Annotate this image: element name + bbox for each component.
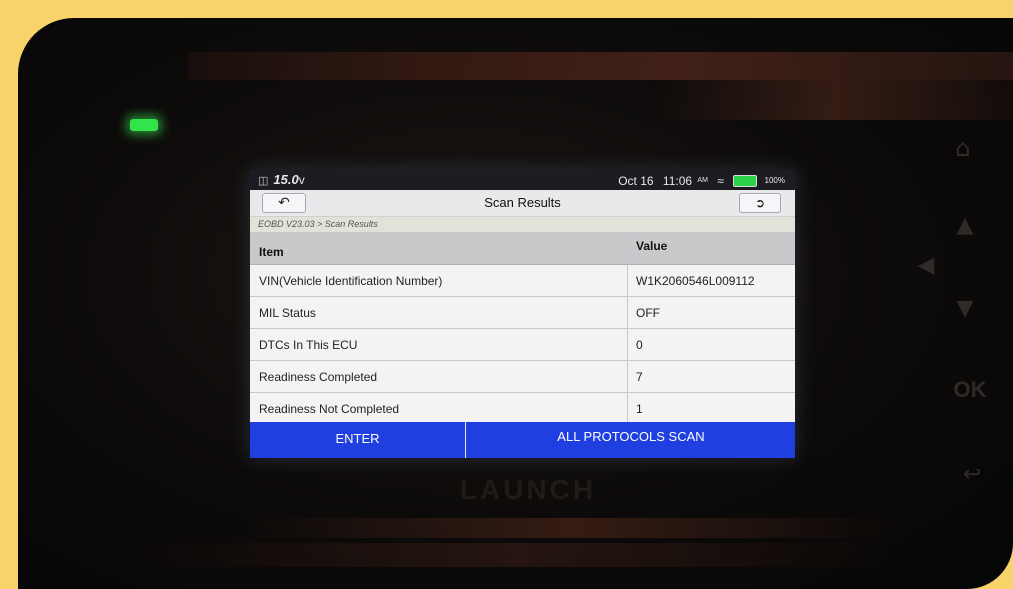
scan-results-table: Item Value VIN(Vehicle Identification Nu… (250, 232, 795, 425)
back-button[interactable]: ↩ (954, 460, 990, 490)
table-row[interactable]: Readiness Not Completed 1 (250, 393, 795, 425)
wifi-icon: ≈ (717, 173, 724, 188)
arrow-down-icon: ▼ (956, 296, 974, 321)
car-battery-icon: ◫ (258, 175, 269, 187)
voltage-value: 15.0 (273, 172, 299, 187)
table-row[interactable]: MIL Status OFF (250, 297, 795, 329)
status-bar: ◫ 15.0v Oct 16 11:06 AM ≈ 100% (250, 170, 795, 190)
page-title: Scan Results (484, 195, 561, 210)
arrow-left-icon: ◀ (917, 253, 935, 278)
voltage-unit: v (298, 173, 305, 187)
exit-button[interactable]: ➲ (739, 193, 781, 213)
photo-frame: LAUNCH ⌂ ▲ ◀ ▼ OK ↩ ◫ 15.0v Oct 16 11:06 (0, 0, 1013, 589)
all-protocols-scan-button[interactable]: ALL PROTOCOLS SCAN (467, 422, 795, 458)
status-date: Oct 16 (618, 173, 654, 188)
row-item: MIL Status (250, 297, 628, 328)
row-item: Readiness Completed (250, 361, 628, 392)
status-ampm: AM (697, 176, 708, 184)
power-led (130, 119, 158, 131)
home-button[interactable]: ⌂ (938, 128, 988, 168)
status-right: Oct 16 11:06 AM ≈ 100% (618, 172, 785, 188)
row-item: Readiness Not Completed (250, 393, 628, 424)
table-header: Item Value (250, 232, 795, 265)
row-value: 1 (636, 401, 643, 416)
column-header-value: Value (636, 239, 668, 253)
column-header-item: Item (250, 232, 628, 264)
arrow-up-icon: ▲ (956, 213, 974, 238)
brand-logo: LAUNCH (459, 474, 597, 505)
row-value: 0 (636, 337, 643, 352)
status-time: 11:06 (662, 173, 693, 188)
battery-icon (733, 174, 758, 187)
table-row[interactable]: VIN(Vehicle Identification Number) W1K20… (250, 265, 795, 297)
back-arrow-icon: ↶ (278, 195, 290, 211)
title-bar: ↶ Scan Results ➲ (250, 190, 795, 217)
device-bottom-edge (248, 518, 898, 538)
enter-button[interactable]: ENTER (250, 422, 466, 458)
row-item: DTCs In This ECU (250, 329, 628, 360)
device-top-edge-reflection (658, 80, 1013, 120)
up-button[interactable]: ▲ (948, 211, 982, 241)
breadcrumb: EOBD V23.03 > Scan Results (250, 217, 795, 232)
device-screen: ◫ 15.0v Oct 16 11:06 AM ≈ 100% ↶ Scan Res… (250, 170, 795, 458)
table-row[interactable]: Readiness Completed 7 (250, 361, 795, 393)
left-button[interactable]: ◀ (911, 251, 941, 281)
row-item: VIN(Vehicle Identification Number) (250, 265, 628, 296)
down-button[interactable]: ▼ (948, 294, 982, 324)
bottom-action-bar: ENTER ALL PROTOCOLS SCAN (250, 422, 795, 458)
table-row[interactable]: DTCs In This ECU 0 (250, 329, 795, 361)
device-bottom-edge-reflection (138, 543, 898, 567)
device-top-edge (188, 52, 1013, 80)
home-icon: ⌂ (955, 134, 971, 162)
row-value: OFF (636, 305, 660, 320)
exit-icon: ➲ (754, 196, 766, 210)
back-button-screen[interactable]: ↶ (262, 193, 306, 213)
voltage-readout: ◫ 15.0v (258, 172, 305, 188)
row-value: 7 (636, 369, 643, 384)
back-arrow-icon: ↩ (962, 462, 982, 487)
battery-level: 100% (764, 175, 785, 185)
device-photo: LAUNCH ⌂ ▲ ◀ ▼ OK ↩ ◫ 15.0v Oct 16 11:06 (18, 18, 1013, 589)
row-value: W1K2060546L009112 (636, 273, 755, 288)
ok-button[interactable]: OK (948, 373, 992, 407)
